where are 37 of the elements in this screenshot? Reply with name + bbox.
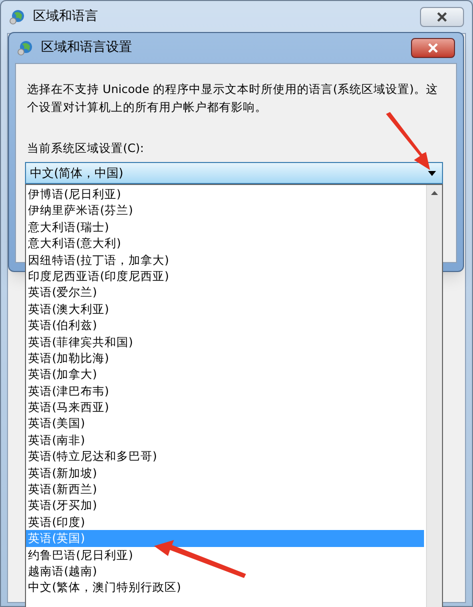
dropdown-item[interactable]: 中文(繁体，澳门特别行政区) bbox=[26, 579, 426, 596]
dropdown-item[interactable]: 印度尼西亚语(印度尼西亚) bbox=[26, 268, 426, 284]
globe-icon bbox=[17, 40, 33, 56]
close-icon bbox=[437, 12, 447, 22]
scroll-up-icon bbox=[431, 191, 438, 195]
dropdown-item[interactable]: 英语(加勒比海) bbox=[26, 350, 426, 366]
dropdown-item[interactable]: 意大利语(瑞士) bbox=[26, 218, 426, 236]
window-title: 区域和语言 bbox=[33, 8, 98, 26]
dropdown-item[interactable]: 伊纳里萨米语(芬兰) bbox=[26, 202, 426, 219]
locale-label: 当前系统区域设置(C): bbox=[27, 140, 145, 157]
dropdown-item[interactable]: 伊博语(尼日利亚) bbox=[26, 186, 426, 202]
dropdown-item[interactable]: 英语(美国) bbox=[26, 415, 426, 432]
dropdown-item[interactable]: 英语(新西兰) bbox=[26, 481, 426, 498]
dropdown-item[interactable]: 英语(爱尔兰) bbox=[26, 284, 426, 301]
dropdown-item[interactable]: 因纽特语(拉丁语，加拿大) bbox=[26, 252, 426, 268]
dropdown-item[interactable]: 约鲁巴语(尼日利亚) bbox=[26, 546, 426, 563]
dropdown-item[interactable]: 英语(菲律宾共和国) bbox=[26, 334, 426, 350]
dropdown-item[interactable]: 英语(新加坡) bbox=[26, 464, 426, 482]
dropdown-item[interactable]: 英语(牙买加) bbox=[26, 497, 426, 514]
close-icon bbox=[428, 43, 438, 53]
dropdown-item[interactable]: 英语(南非) bbox=[26, 432, 426, 448]
dropdown-item[interactable]: 英语(特立尼达和多巴哥) bbox=[26, 448, 426, 465]
locale-combobox[interactable]: 中文(简体，中国) bbox=[25, 162, 443, 184]
dropdown-item[interactable]: 英语(津巴布韦) bbox=[26, 382, 426, 400]
dropdown-item[interactable]: 越南语(越南) bbox=[26, 562, 426, 580]
dropdown-item[interactable]: 英语(马来西亚) bbox=[26, 399, 426, 416]
close-button[interactable] bbox=[411, 38, 455, 58]
globe-icon bbox=[9, 9, 25, 25]
close-button[interactable] bbox=[420, 7, 464, 27]
description-text: 选择在不支持 Unicode 的程序中显示文本时所使用的语言(系统区域设置)。这个设置对计算机上的所有用户帐户都有影响。 bbox=[27, 81, 439, 116]
dropdown-item[interactable]: 英语(印度) bbox=[26, 514, 426, 530]
dropdown-item[interactable]: 英语(澳大利亚) bbox=[26, 300, 426, 318]
dropdown-item[interactable]: 英语(伯利兹) bbox=[26, 317, 426, 334]
dropdown-item[interactable]: 意大利语(意大利) bbox=[26, 235, 426, 252]
dialog-title: 区域和语言设置 bbox=[41, 39, 132, 58]
dropdown-item[interactable]: 英语(加拿大) bbox=[26, 366, 426, 383]
dropdown-caret-icon bbox=[428, 170, 436, 176]
